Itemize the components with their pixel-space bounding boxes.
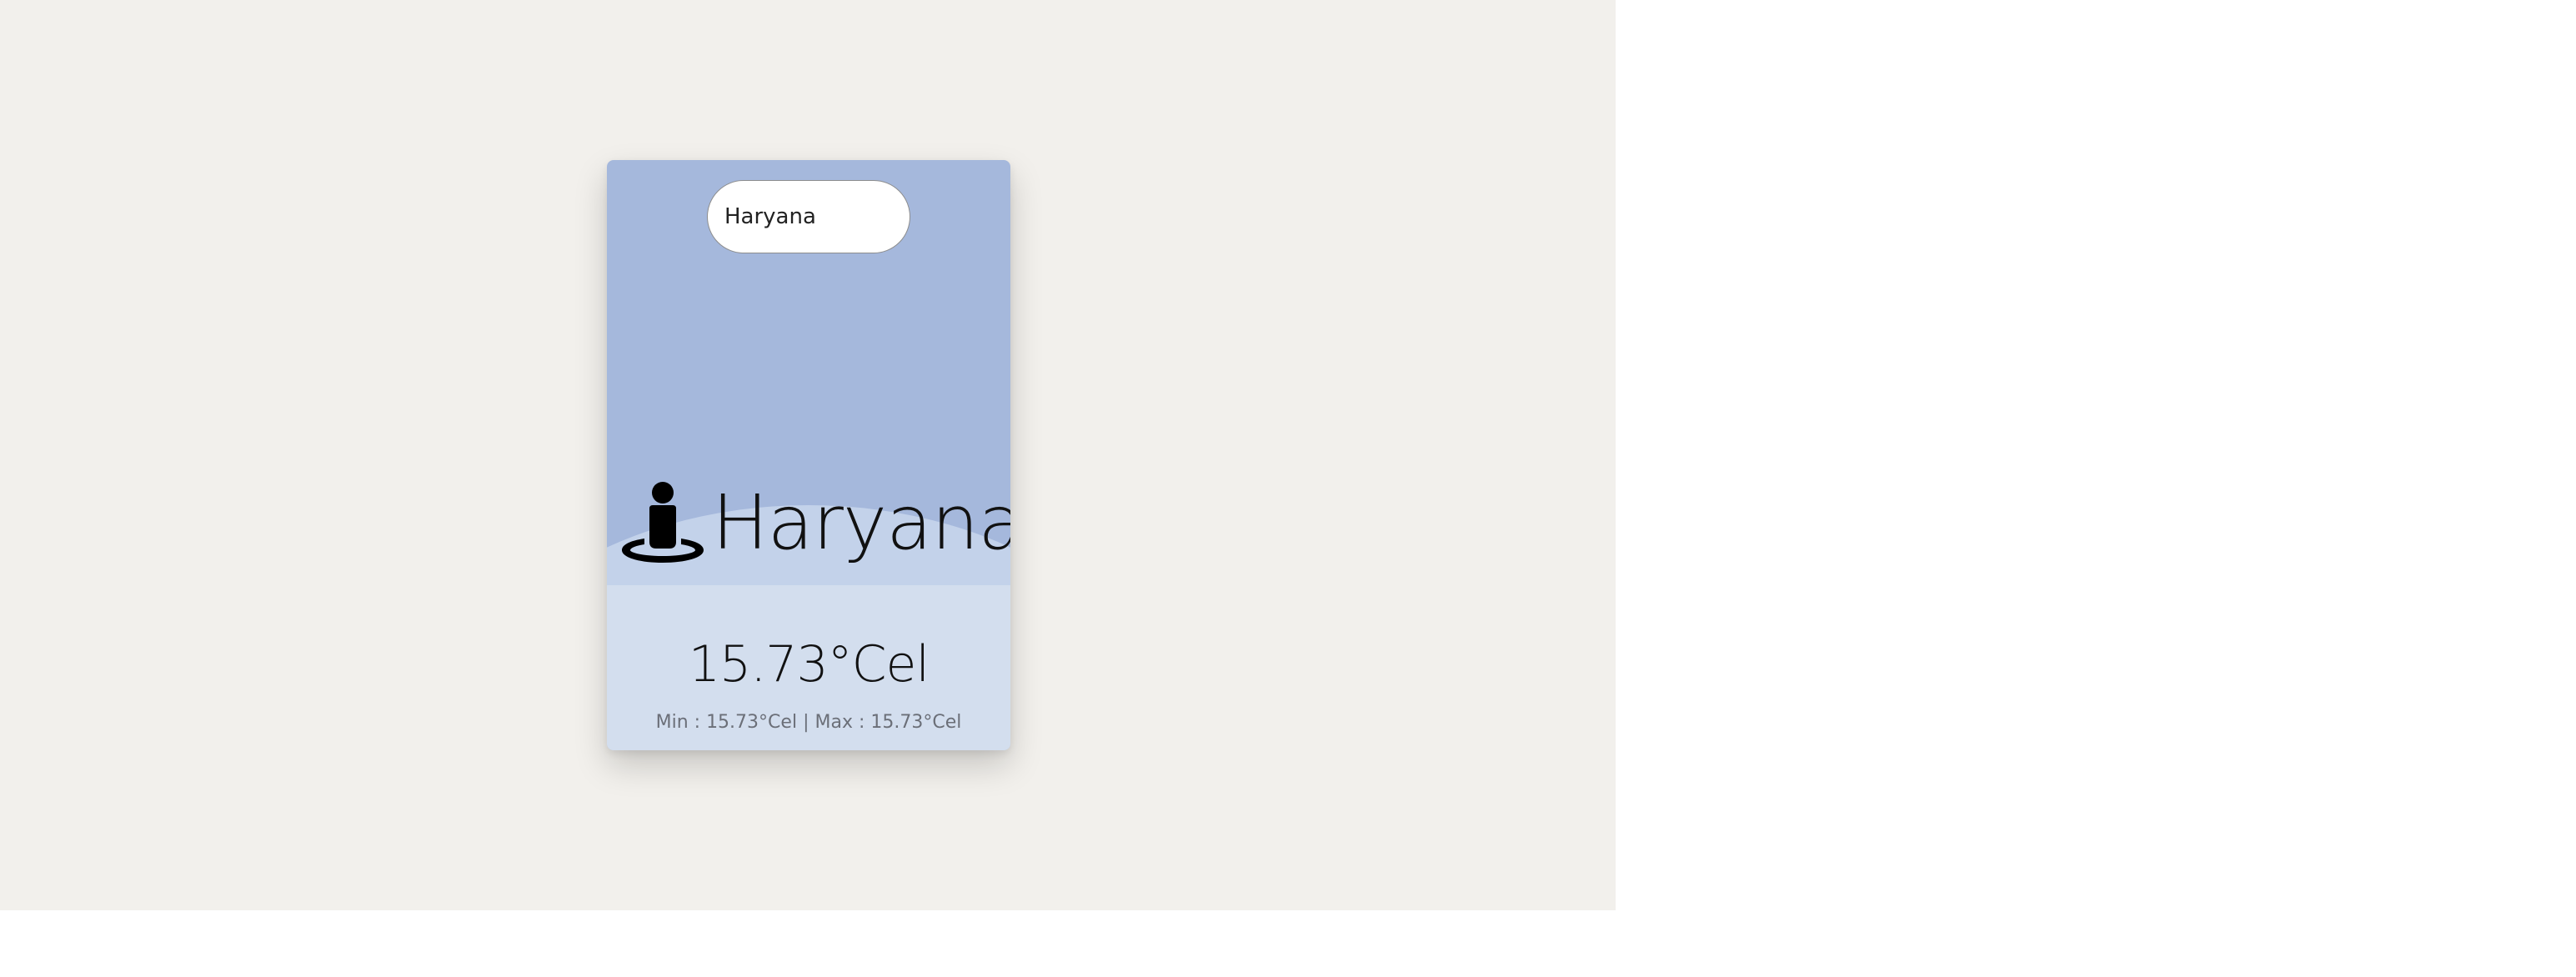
min-label: Min <box>655 712 689 733</box>
min-max-temperature: Min : 15.73°Cel | Max : 15.73°Cel <box>607 710 1010 735</box>
person-pin-circle-icon <box>622 482 704 563</box>
max-label: Max <box>814 712 853 733</box>
city-search-input[interactable] <box>707 180 910 253</box>
weather-card: Haryana 15.73°Cel Min : 15.73°Cel | Max … <box>607 160 1010 750</box>
max-value: 15.73°Cel <box>870 712 962 733</box>
max-separator: : <box>858 712 865 733</box>
min-value: 15.73°Cel <box>706 712 798 733</box>
page-background: Haryana 15.73°Cel Min : 15.73°Cel | Max … <box>0 0 1616 910</box>
location-row: Haryana <box>615 478 1010 572</box>
min-separator: : <box>694 712 701 733</box>
minmax-divider: | <box>803 712 809 733</box>
city-name: Haryana <box>712 479 1010 567</box>
current-temperature: 15.73°Cel <box>688 635 930 694</box>
